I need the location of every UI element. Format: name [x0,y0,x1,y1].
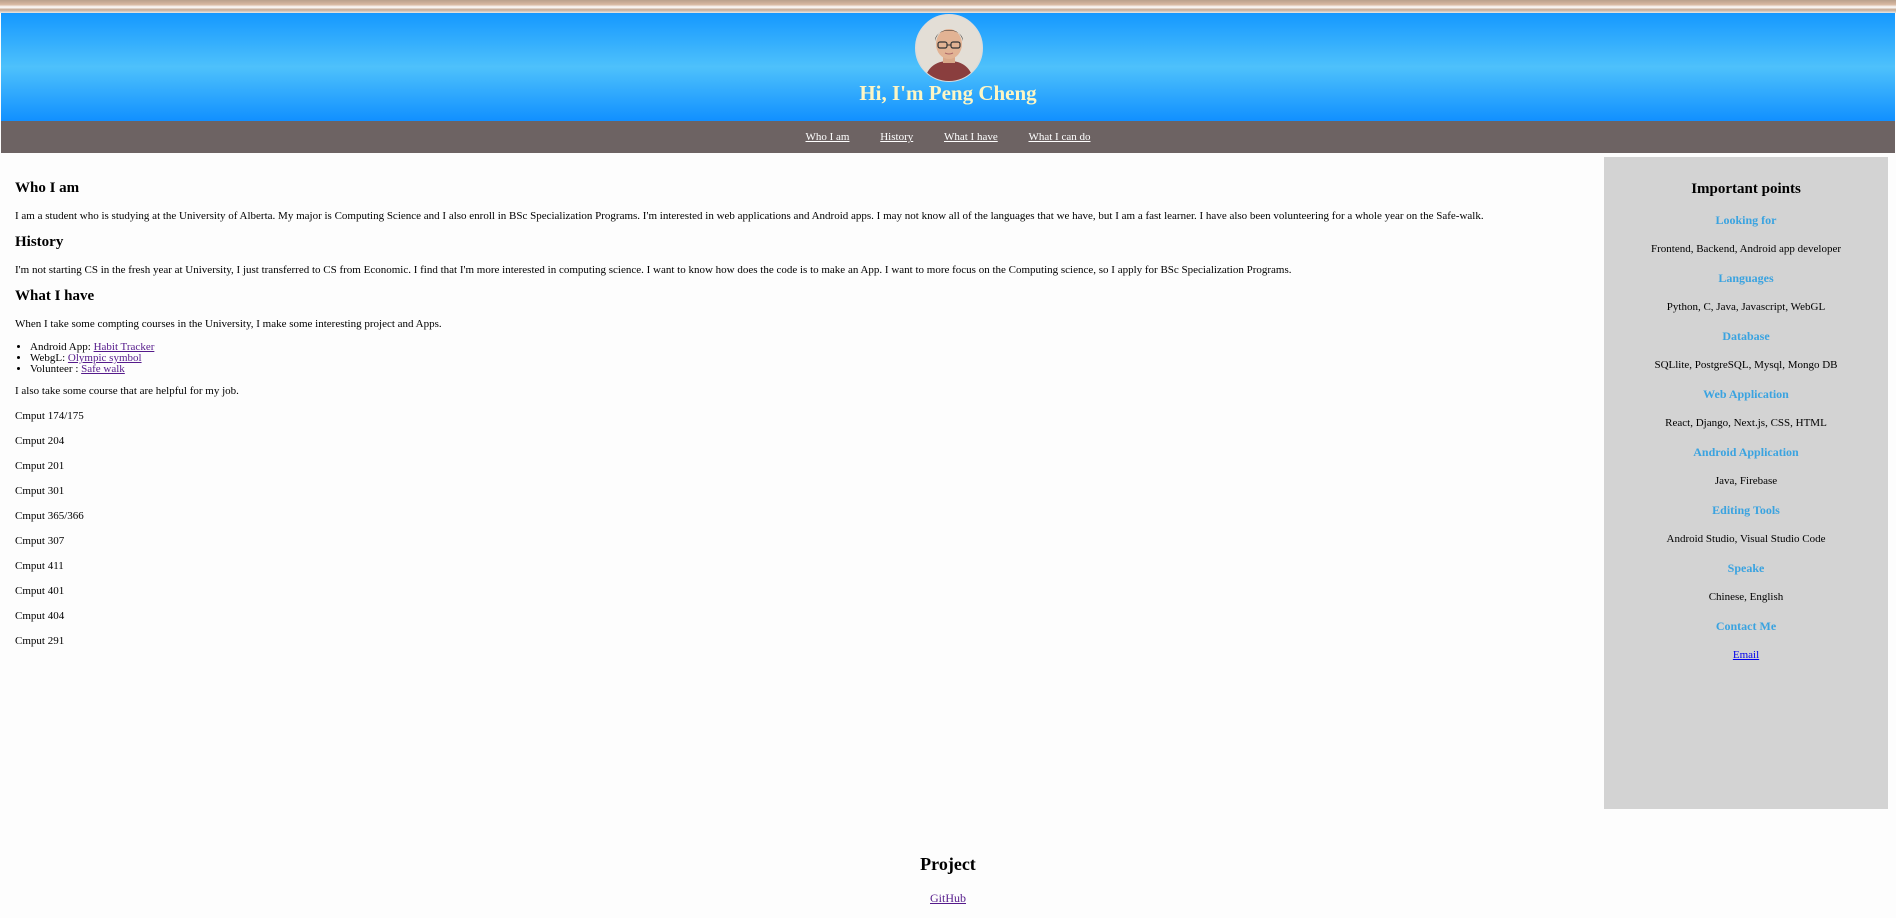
sidebar-heading-contact-me: Contact Me [1715,619,1777,633]
course-item: Cmput 404 [15,610,65,622]
sidebar-text-looking-for: Frontend, Backend, Android app developer [1650,243,1841,255]
project-heading: Project [920,854,976,874]
what-i-have-section: What I have When I take some compting co… [15,288,1595,648]
sidebar-heading-languages: Languages [1718,271,1774,285]
project-list: Android App: Habit Tracker WebgL: Olympi… [15,342,1595,375]
nav-link-who-i-am[interactable]: Who I am [806,121,850,153]
main-content: Who I am I am a student who is studying … [15,170,1595,659]
course-item: Cmput 411 [15,560,64,572]
sidebar-heading-database: Database [1722,329,1770,343]
avatar-photo-icon [916,15,982,81]
what-i-have-heading: What I have [15,288,95,304]
page: Hi, I'm Peng Cheng Who I am History What… [0,0,1896,918]
course-item: Cmput 401 [15,585,65,597]
top-stripe [0,0,1896,13]
sidebar-important-points: Important points Looking for Frontend, B… [1604,157,1888,809]
site-header: Hi, I'm Peng Cheng [1,13,1895,121]
course-item: Cmput 301 [15,485,65,497]
safe-walk-link[interactable]: Safe walk [81,363,125,375]
who-i-am-heading: Who I am [15,180,80,196]
sidebar-text-languages: Python, C, Java, Javascript, WebGL [1666,301,1826,313]
course-item: Cmput 174/175 [15,410,84,422]
what-i-have-intro: When I take some compting courses in the… [15,318,442,330]
course-list: Cmput 174/175 Cmput 204 Cmput 201 Cmput … [15,409,1595,648]
sidebar-heading-web-application: Web Application [1703,387,1789,401]
nav-link-history[interactable]: History [880,121,913,153]
sidebar-text-android-application: Java, Firebase [1714,475,1778,487]
course-item: Cmput 201 [15,460,65,472]
avatar [915,14,983,82]
list-item: WebgL: Olympic symbol [30,353,1595,364]
nav-link-what-i-can-do[interactable]: What I can do [1028,121,1090,153]
nav-link-what-i-have[interactable]: What I have [944,121,998,153]
main-nav: Who I am History What I have What I can … [1,121,1895,153]
sidebar-heading-android-application: Android Application [1693,445,1799,459]
course-item: Cmput 307 [15,535,65,547]
sidebar-text-database: SQLlite, PostgreSQL, Mysql, Mongo DB [1654,359,1838,371]
sidebar-title: Important points [1691,181,1801,197]
project-footer: Project GitHub [0,850,1896,907]
email-link[interactable]: Email [1733,649,1759,661]
sidebar-heading-speake: Speake [1727,561,1765,575]
who-i-am-section: Who I am I am a student who is studying … [15,180,1595,223]
history-heading: History [15,234,64,250]
sidebar-text-speake: Chinese, English [1708,591,1784,603]
course-item: Cmput 365/366 [15,510,84,522]
site-title: Hi, I'm Peng Cheng [859,81,1037,105]
sidebar-contact-row: Email [1604,647,1888,663]
history-section: History I'm not starting CS in the fresh… [15,234,1595,277]
history-text: I'm not starting CS in the fresh year at… [15,264,1292,276]
sidebar-heading-editing-tools: Editing Tools [1712,503,1780,517]
github-link[interactable]: GitHub [930,891,966,905]
sidebar-text-web-application: React, Django, Next.js, CSS, HTML [1665,417,1827,429]
course-item: Cmput 291 [15,635,65,647]
course-item: Cmput 204 [15,435,65,447]
project-label: Volunteer : [30,363,82,375]
sidebar-text-editing-tools: Android Studio, Visual Studio Code [1666,533,1826,545]
courses-intro: I also take some course that are helpful… [15,385,239,397]
list-item: Android App: Habit Tracker [30,342,1595,353]
who-i-am-text: I am a student who is studying at the Un… [15,210,1484,222]
list-item: Volunteer : Safe walk [30,364,1595,375]
sidebar-heading-looking-for: Looking for [1715,213,1777,227]
